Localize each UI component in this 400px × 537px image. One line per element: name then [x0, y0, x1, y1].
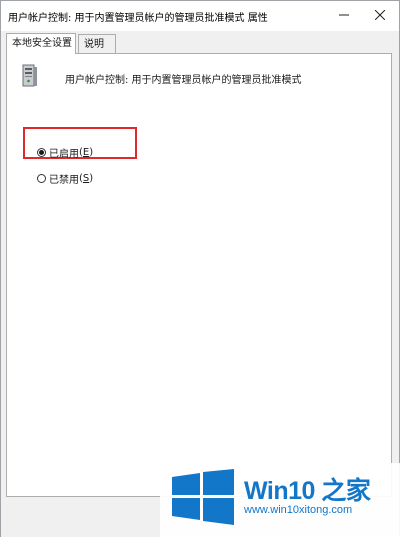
- enabled-accel: E: [82, 147, 90, 158]
- enabled-radio-button[interactable]: [37, 148, 46, 157]
- server-icon: [21, 64, 39, 88]
- tab-label: 本地安全设置: [12, 38, 72, 49]
- window-title: 用户帐户控制: 用于内置管理员帐户的管理员批准模式 属性: [8, 13, 268, 24]
- properties-dialog: 用户帐户控制: 用于内置管理员帐户的管理员批准模式 属性 本地安全设置 说明 用…: [0, 0, 400, 537]
- minimize-button[interactable]: [325, 1, 363, 31]
- minimize-icon: [339, 9, 349, 24]
- disabled-radio-button[interactable]: [37, 174, 46, 183]
- policy-title: 用户帐户控制: 用于内置管理员帐户的管理员批准模式: [65, 75, 302, 86]
- watermark: Win10 之家 www.win10xitong.com: [160, 463, 400, 537]
- enabled-radio-option[interactable]: 已启用(E): [37, 145, 93, 160]
- watermark-brand: Win10 之家: [244, 477, 371, 505]
- windows-logo-icon: [170, 469, 236, 525]
- close-icon: [374, 9, 386, 24]
- disabled-accel: S: [82, 173, 90, 184]
- tab-local-security-setting[interactable]: 本地安全设置: [6, 33, 76, 54]
- watermark-url: www.win10xitong.com: [244, 504, 353, 516]
- close-button[interactable]: [361, 1, 399, 31]
- disabled-label: 已禁用: [49, 175, 79, 186]
- enabled-label: 已启用: [49, 149, 79, 160]
- tab-panel: 用户帐户控制: 用于内置管理员帐户的管理员批准模式 已启用(E) 已禁用(S): [6, 53, 392, 497]
- disabled-radio-option[interactable]: 已禁用(S): [37, 171, 93, 186]
- tab-label: 说明: [84, 39, 104, 50]
- title-bar[interactable]: 用户帐户控制: 用于内置管理员帐户的管理员批准模式 属性: [1, 1, 399, 31]
- tab-explain[interactable]: 说明: [78, 34, 116, 53]
